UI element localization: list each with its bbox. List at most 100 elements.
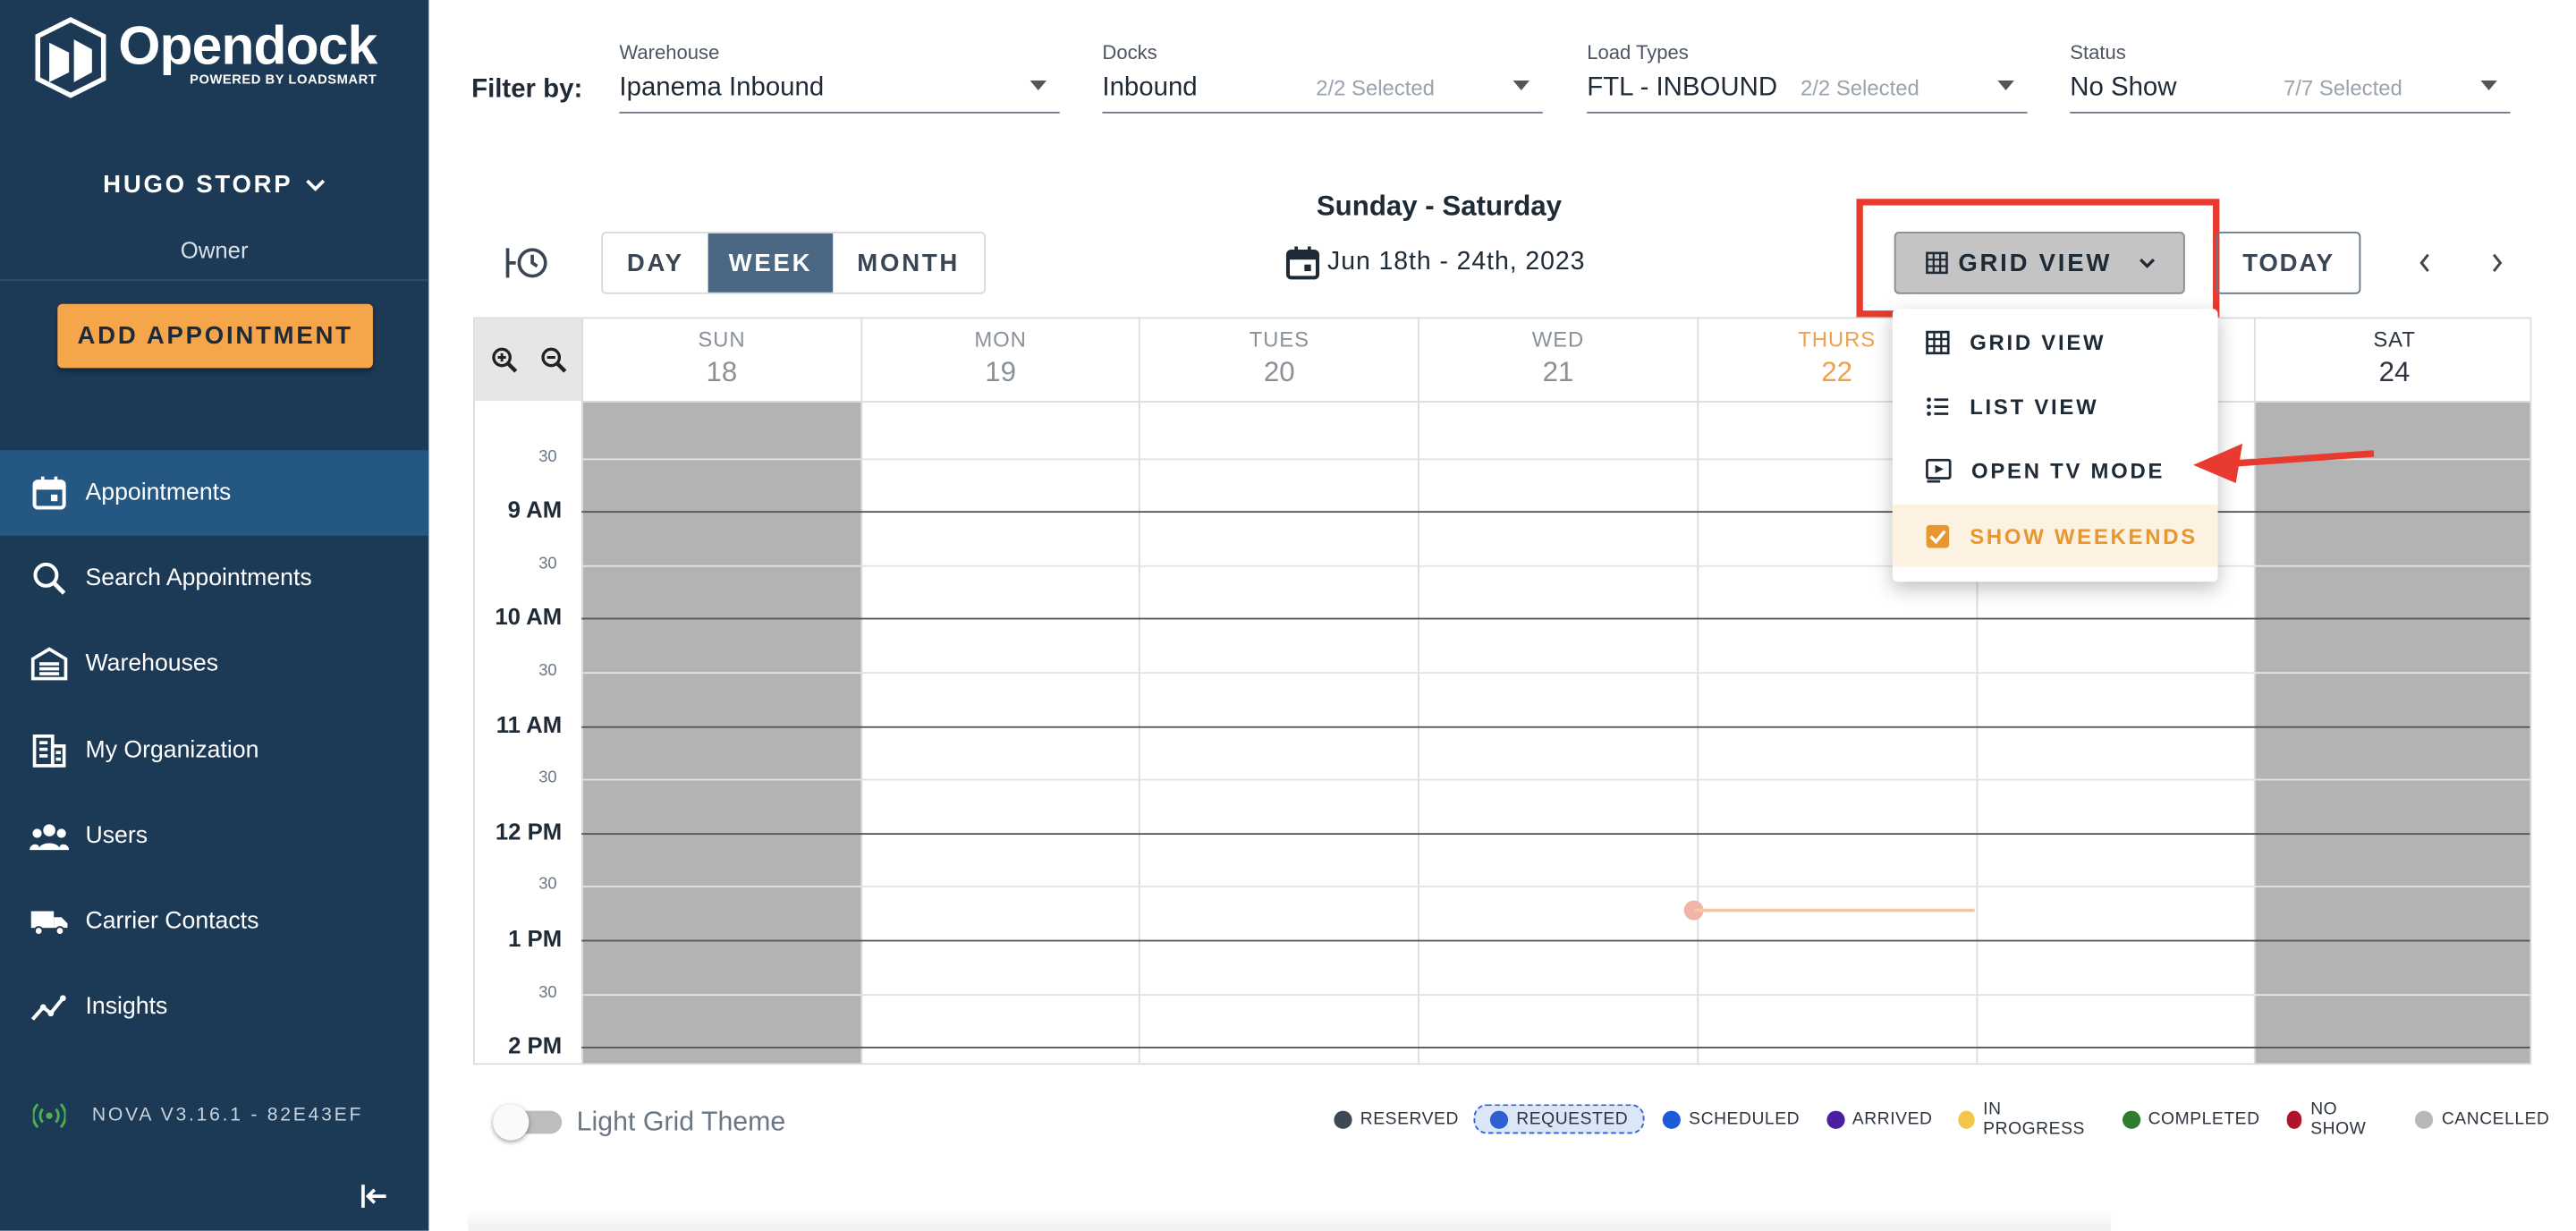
day-date: 20 — [1263, 356, 1295, 388]
menu-item-show-weekends[interactable]: SHOW WEEKENDS — [1892, 504, 2218, 567]
status-count: 7/7 Selected — [2284, 75, 2402, 101]
legend-no-show[interactable]: NO SHOW — [2285, 1099, 2389, 1139]
menu-item-open-tv-mode[interactable]: OPEN TV MODE — [1893, 438, 2218, 501]
light-grid-theme-toggle[interactable] — [493, 1104, 563, 1141]
legend-scheduled[interactable]: SCHEDULED — [1662, 1104, 1800, 1133]
docks-count: 2/2 Selected — [1316, 75, 1435, 101]
version-text: NOVA V3.16.1 - 82E43EF — [91, 1106, 364, 1126]
menu-item-label: LIST VIEW — [1970, 393, 2099, 419]
collapse-sidebar-icon[interactable] — [358, 1180, 391, 1213]
warehouse-select[interactable]: Warehouse Ipanema Inbound — [619, 41, 1060, 114]
sidebar-item-warehouses[interactable]: Warehouses — [0, 622, 428, 708]
legend-arrived[interactable]: ARRIVED — [1826, 1104, 1932, 1133]
day-column[interactable] — [1418, 401, 1697, 1064]
status-dot — [2415, 1109, 2434, 1128]
week-calendar: SUN18MON19TUES20WED21THURS22FRI23SAT2430… — [472, 317, 2532, 1065]
status-dot — [1489, 1109, 1509, 1128]
calendar-icon — [1285, 246, 1320, 280]
annotation-arrow — [2192, 443, 2375, 483]
day-column[interactable] — [581, 401, 860, 1064]
day-header-wed[interactable]: WED 21 — [1418, 318, 1697, 402]
zoom-in-icon[interactable] — [490, 347, 517, 373]
today-button[interactable]: TODAY — [2216, 231, 2361, 294]
chevron-down-icon — [306, 178, 326, 191]
time-half-label: 30 — [538, 555, 557, 573]
grid-line — [581, 886, 2530, 888]
menu-item-label: OPEN TV MODE — [1971, 457, 2165, 483]
range-title: Sunday - Saturday — [1316, 191, 1563, 222]
legend-reserved[interactable]: RESERVED — [1334, 1104, 1459, 1133]
caret-down-icon — [1030, 80, 1046, 91]
view-month-button[interactable]: MONTH — [833, 233, 984, 293]
sidebar-item-label: Search Appointments — [85, 565, 312, 592]
grid-line — [581, 939, 2530, 942]
status-dot — [2285, 1109, 2303, 1128]
day-column[interactable] — [1139, 401, 1419, 1064]
range-date-picker[interactable]: Jun 18th - 24th, 2023 — [1284, 245, 1585, 281]
legend-in-progress[interactable]: IN PROGRESS — [1958, 1099, 2096, 1139]
status-dot — [1662, 1109, 1682, 1128]
building-icon — [30, 731, 69, 770]
sidebar-item-users[interactable]: Users — [0, 794, 428, 879]
sidebar-item-appointments[interactable]: Appointments — [0, 450, 429, 536]
zoom-out-icon[interactable] — [539, 347, 566, 373]
legend-requested[interactable]: REQUESTED — [1473, 1104, 1645, 1134]
menu-item-list-view[interactable]: LIST VIEW — [1893, 375, 2218, 437]
grid-line — [581, 993, 2530, 996]
sidebar-item-my-organization[interactable]: My Organization — [0, 708, 428, 794]
day-column[interactable] — [2254, 401, 2530, 1064]
legend-completed[interactable]: COMPLETED — [2122, 1104, 2259, 1133]
next-week-icon[interactable] — [2480, 247, 2513, 280]
day-name: SUN — [698, 327, 746, 352]
sidebar-item-insights[interactable]: Insights — [0, 964, 428, 1050]
time-hour-label: 10 AM — [495, 603, 563, 631]
opendock-logo[interactable]: Opendock POWERED BY LOADSMART — [33, 15, 377, 98]
insights-icon — [30, 988, 69, 1027]
day-header-mon[interactable]: MON 19 — [860, 318, 1140, 402]
view-options-menu: GRID VIEW LIST VIEW OPEN TV MODE SHOW WE… — [1892, 309, 2218, 582]
grid-line — [581, 511, 2530, 514]
day-date: 19 — [985, 356, 1016, 388]
docks-label: Docks — [1102, 40, 1157, 64]
warehouse-icon — [30, 645, 69, 684]
time-hour-label: 12 PM — [495, 818, 563, 845]
time-half-label: 30 — [538, 661, 557, 681]
docks-select[interactable]: Docks Inbound 2/2 Selected — [1102, 40, 1543, 114]
time-hour-label: 11 AM — [496, 710, 563, 737]
day-name: MON — [974, 327, 1027, 352]
time-hour-label: 1 PM — [508, 924, 563, 952]
grid-line — [581, 672, 2530, 674]
status-dot — [2122, 1109, 2140, 1128]
day-date: 24 — [2378, 356, 2411, 388]
range-dates: Jun 18th - 24th, 2023 — [1327, 248, 1586, 276]
sidebar-item-label: Appointments — [85, 480, 232, 506]
time-half-label: 30 — [538, 768, 557, 787]
legend-cancelled[interactable]: CANCELLED — [2415, 1104, 2549, 1133]
status-dot — [1958, 1109, 1976, 1128]
status-select[interactable]: Status No Show 7/7 Selected — [2070, 41, 2511, 114]
day-column[interactable] — [860, 401, 1140, 1064]
sidebar: Opendock POWERED BY LOADSMART HUGO STORP… — [0, 0, 429, 1231]
menu-item-grid-view[interactable]: GRID VIEW — [1893, 310, 2218, 373]
calendar-icon — [30, 473, 69, 513]
sidebar-item-carrier-contacts[interactable]: Carrier Contacts — [0, 879, 428, 965]
view-day-button[interactable]: DAY — [603, 233, 708, 293]
day-header-sun[interactable]: SUN 18 — [581, 318, 860, 402]
legend-label: COMPLETED — [2148, 1108, 2260, 1129]
prev-week-icon[interactable] — [2409, 247, 2442, 280]
caret-down-icon — [1513, 80, 1530, 91]
day-name: SAT — [2373, 327, 2416, 352]
sidebar-item-search-appointments[interactable]: Search Appointments — [0, 536, 428, 622]
load-types-select[interactable]: Load Types FTL - INBOUND 2/2 Selected — [1587, 41, 2028, 114]
warehouse-value: Ipanema Inbound — [619, 73, 825, 102]
time-half-label: 30 — [538, 447, 557, 466]
add-appointment-button[interactable]: ADD APPOINTMENT — [57, 303, 373, 369]
history-icon[interactable] — [504, 242, 550, 284]
day-header-tues[interactable]: TUES 20 — [1139, 318, 1419, 402]
grid-line — [581, 1047, 2530, 1048]
user-menu[interactable]: HUGO STORP — [0, 171, 428, 199]
user-name: HUGO STORP — [103, 171, 293, 200]
view-week-button[interactable]: WEEK — [708, 233, 834, 293]
time-hour-label: 9 AM — [507, 496, 563, 523]
day-header-sat[interactable]: SAT 24 — [2254, 318, 2529, 402]
